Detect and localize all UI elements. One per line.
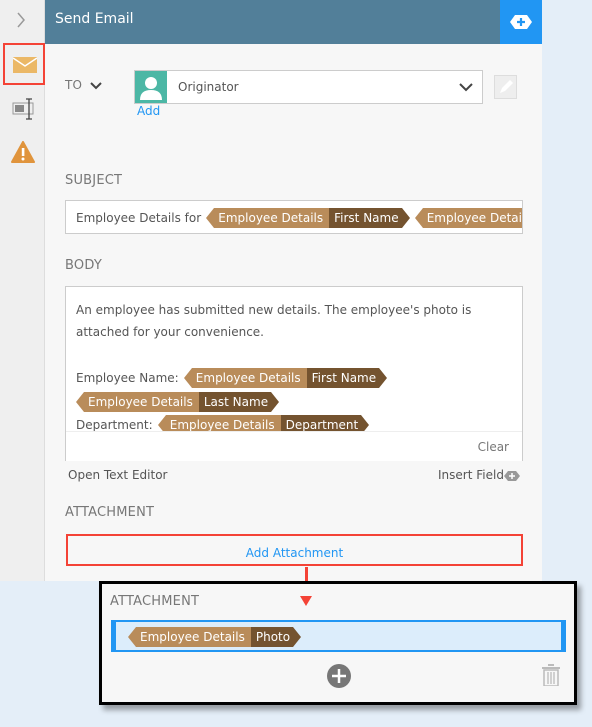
department-label: Department: [76, 418, 153, 432]
attachment-label: ATTACHMENT [65, 505, 155, 520]
add-circle-icon[interactable] [327, 664, 351, 688]
edit-button[interactable] [494, 75, 517, 99]
envelope-icon [13, 57, 37, 73]
add-attachment-label: Add Attachment [245, 546, 344, 560]
add-recipient-link[interactable]: Add [137, 104, 160, 118]
attachment-label: ATTACHMENT [110, 594, 200, 609]
subject-text: Employee Details for [76, 211, 202, 225]
add-attachment-button[interactable]: Add Attachment [66, 534, 523, 566]
plus-tag-icon [504, 471, 520, 481]
header: Send Email [45, 0, 542, 44]
arrow-head-icon [300, 596, 312, 606]
insert-field-button[interactable] [500, 0, 542, 44]
recipient-value: Originator [178, 80, 239, 94]
user-icon [135, 71, 167, 103]
warning-icon[interactable] [11, 141, 35, 165]
attachment-row[interactable]: Employee Details Photo [111, 620, 566, 652]
chevron-down-icon[interactable] [90, 82, 102, 90]
chevron-down-icon [459, 83, 473, 92]
body-editor[interactable]: An employee has submitted new details. T… [65, 286, 523, 461]
trash-icon[interactable] [542, 664, 560, 686]
subject-input[interactable]: Employee Details for Employee Details Fir… [65, 200, 523, 234]
field-tag[interactable]: Employee Details First Name [206, 207, 411, 228]
clear-button[interactable]: Clear [478, 440, 509, 454]
name-label: Employee Name: [76, 371, 179, 385]
page-title: Send Email [55, 11, 134, 27]
attachment-detail-panel: ATTACHMENT Employee Details Photo [99, 581, 577, 705]
recipient-dropdown[interactable]: Originator [134, 70, 483, 104]
pencil-icon [500, 80, 513, 93]
field-tag[interactable]: Employee Details Last Name [76, 391, 280, 412]
to-label: TO [65, 78, 83, 92]
field-tag[interactable]: Employee Details First Name [183, 367, 388, 388]
sidebar-item-email[interactable] [3, 43, 45, 85]
insert-field-link[interactable]: Insert Field [438, 468, 504, 482]
field-tag[interactable]: Employee DetailsL [414, 207, 522, 228]
field-tag[interactable]: Employee Details Photo [128, 626, 302, 647]
open-text-editor-link[interactable]: Open Text Editor [68, 468, 167, 482]
body-paragraph: An employee has submitted new details. T… [76, 303, 472, 339]
chevron-right-icon[interactable] [16, 12, 26, 28]
plus-tag-icon [510, 15, 532, 29]
sidebar [0, 0, 45, 581]
text-field-icon[interactable] [12, 98, 36, 120]
subject-label: SUBJECT [65, 173, 123, 188]
body-label: BODY [65, 258, 102, 273]
